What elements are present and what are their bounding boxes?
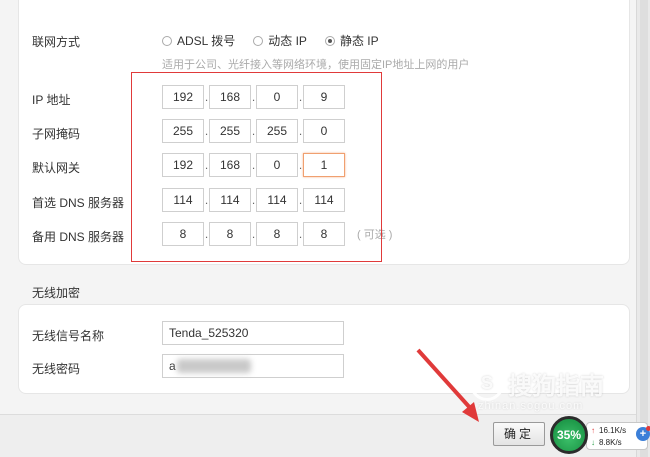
primary-dns-label: 首选 DNS 服务器 bbox=[32, 196, 125, 210]
plus-icon[interactable]: + bbox=[636, 426, 650, 441]
radio-dynamic-ip-dot[interactable] bbox=[253, 35, 264, 46]
connection-type-label: 联网方式 bbox=[32, 35, 81, 49]
ssid-label: 无线信号名称 bbox=[32, 329, 105, 343]
upload-speed-value: 16.1K/s bbox=[599, 426, 627, 435]
ip-address-label: IP 地址 bbox=[32, 93, 71, 107]
wireless-password-input[interactable]: a bbox=[162, 354, 344, 378]
red-arrow-icon bbox=[416, 348, 479, 422]
radio-static-ip-label: 静态 IP bbox=[339, 34, 379, 48]
ssid-input[interactable]: Tenda_525320 bbox=[162, 321, 344, 345]
scrollbar-thumb[interactable] bbox=[640, 0, 648, 457]
download-arrow-icon: ↓ bbox=[591, 438, 595, 447]
radio-dynamic-ip[interactable]: 动态 IP bbox=[253, 32, 307, 49]
gateway-label: 默认网关 bbox=[32, 161, 81, 175]
radio-adsl-label: ADSL 拨号 bbox=[177, 34, 236, 48]
upload-speed: ↑ 16.1K/s bbox=[591, 426, 626, 435]
watermark-text: 搜狗指南 bbox=[508, 373, 604, 400]
ok-button[interactable]: 确定 bbox=[493, 422, 545, 446]
subnet-mask-label: 子网掩码 bbox=[32, 127, 81, 141]
radio-adsl-dot[interactable] bbox=[162, 35, 172, 46]
radio-adsl[interactable]: ADSL 拨号 bbox=[162, 32, 235, 49]
scrollbar[interactable] bbox=[636, 0, 650, 457]
radio-dynamic-ip-label: 动态 IP bbox=[268, 34, 307, 48]
wireless-password-value: a bbox=[169, 359, 176, 373]
connection-hint: 适用于公司、光纤接入等网络环境，使用固定IP地址上网的用户 bbox=[162, 59, 470, 71]
password-blur-mask bbox=[177, 359, 251, 373]
wireless-password-label: 无线密码 bbox=[32, 362, 81, 376]
secondary-dns-label: 备用 DNS 服务器 bbox=[32, 230, 125, 244]
wireless-section-title: 无线加密 bbox=[32, 286, 81, 300]
memory-usage-ball[interactable]: 35% bbox=[550, 416, 588, 454]
download-speed: ↓ 8.8K/s bbox=[591, 438, 622, 447]
radio-static-ip[interactable]: 静态 IP bbox=[324, 32, 379, 49]
upload-arrow-icon: ↑ bbox=[591, 426, 595, 435]
highlight-frame bbox=[131, 72, 382, 262]
download-speed-value: 8.8K/s bbox=[599, 438, 622, 447]
watermark-url: zhinan.sogou.com bbox=[478, 400, 584, 412]
network-speed-widget[interactable]: ↑ 16.1K/s ↓ 8.8K/s 35% + bbox=[550, 416, 650, 454]
connection-type-radio-group: ADSL 拨号 动态 IP 静态 IP bbox=[162, 32, 379, 49]
radio-static-ip-dot[interactable] bbox=[324, 35, 335, 46]
